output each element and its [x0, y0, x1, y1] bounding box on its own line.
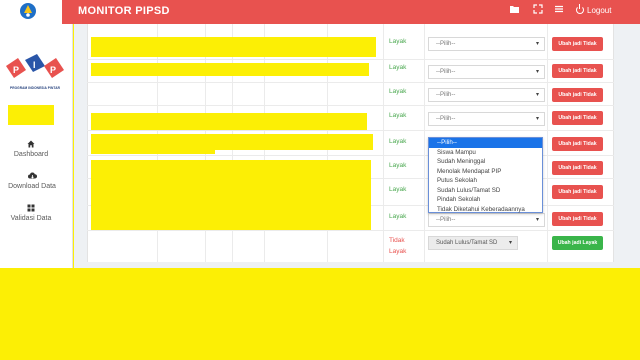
menu-icon[interactable]: [554, 4, 564, 19]
reason-select[interactable]: --Pilih-- ▾: [428, 213, 545, 227]
status-label: Layak: [389, 213, 407, 220]
mark-not-eligible-button[interactable]: Ubah jadi Tidak: [552, 88, 603, 102]
app-title: MONITOR PIPSD: [78, 5, 170, 17]
sidebar: P I P PROGRAM INDONESIA PINTAR Dashboard…: [0, 24, 73, 268]
table-row: [87, 130, 614, 131]
mark-not-eligible-button[interactable]: Ubah jadi Tidak: [552, 137, 603, 151]
svg-text:P: P: [13, 65, 19, 75]
caret-down-icon: ▾: [535, 69, 539, 75]
reason-dropdown-list[interactable]: --Pilih-- Siswa Mampu Sudah Meninggal Me…: [428, 137, 543, 213]
reason-select[interactable]: --Pilih-- ▾: [428, 112, 545, 126]
status-label: Layak: [389, 88, 407, 95]
folder-icon[interactable]: [509, 4, 520, 19]
status-label: Layak: [389, 186, 407, 193]
select-value: Sudah Lulus/Tamat SD: [436, 240, 498, 246]
select-value: --Pilih--: [436, 92, 456, 98]
sidebar-item-label: Dashboard: [13, 151, 49, 158]
table-row: [87, 82, 614, 83]
mark-not-eligible-button[interactable]: Ubah jadi Tidak: [552, 185, 603, 199]
sidebar-item-label: Validasi Data: [10, 215, 52, 222]
status-label: Layak: [389, 38, 407, 45]
status-label: Layak: [389, 162, 407, 169]
reason-select[interactable]: --Pilih-- ▾: [428, 88, 545, 102]
status-label: Layak: [389, 64, 407, 71]
status-label: Layak: [389, 138, 407, 145]
cloud-download-icon: [27, 172, 37, 181]
tut-wuri-handayani-icon: [20, 3, 36, 19]
redacted-block: [91, 37, 376, 57]
pip-logo-caption: PROGRAM INDONESIA PINTAR: [9, 86, 61, 90]
select-value: --Pilih--: [436, 116, 456, 122]
caret-down-icon: ▾: [508, 240, 512, 246]
sidebar-item-dashboard[interactable]: Dashboard: [0, 140, 62, 158]
top-navbar: MONITOR PIPSD Logout: [0, 0, 640, 24]
mark-not-eligible-button[interactable]: Ubah jadi Tidak: [552, 64, 603, 78]
sidebar-item-label: Download Data: [8, 183, 56, 190]
redacted-block: [91, 113, 367, 130]
svg-text:I: I: [33, 60, 36, 70]
mark-eligible-button[interactable]: Ubah jadi Layak: [552, 236, 603, 250]
table-row: [87, 59, 614, 60]
caret-down-icon: ▾: [535, 41, 539, 47]
sidebar-item-download-data[interactable]: Download Data: [1, 172, 63, 190]
dropdown-option[interactable]: Menolak Mendapat PIP: [429, 167, 542, 177]
table-row: [87, 230, 614, 231]
redacted-block: [91, 63, 369, 76]
power-icon: [576, 4, 584, 14]
dropdown-option[interactable]: Sudah Meninggal: [429, 157, 542, 167]
status-label: Layak: [389, 112, 407, 119]
reason-select[interactable]: Sudah Lulus/Tamat SD ▾: [428, 236, 518, 250]
reason-select[interactable]: --Pilih-- ▾: [428, 65, 545, 79]
dropdown-option[interactable]: Pindah Sekolah: [429, 195, 542, 205]
redacted-block: [0, 268, 640, 360]
logout-label: Logout: [587, 6, 612, 15]
home-icon: [26, 140, 36, 149]
select-value: --Pilih--: [436, 217, 456, 223]
dropdown-option[interactable]: Putus Sekolah: [429, 176, 542, 186]
grid-icon: [26, 204, 36, 213]
dropdown-option[interactable]: Sudah Lulus/Tamat SD: [429, 186, 542, 196]
mark-not-eligible-button[interactable]: Ubah jadi Tidak: [552, 161, 603, 175]
status-label: Tidak Layak: [389, 237, 407, 255]
mark-not-eligible-button[interactable]: Ubah jadi Tidak: [552, 111, 603, 125]
select-value: --Pilih--: [436, 41, 456, 47]
mark-not-eligible-button[interactable]: Ubah jadi Tidak: [552, 212, 603, 226]
dropdown-option[interactable]: --Pilih--: [429, 138, 542, 148]
redacted-block: [8, 105, 54, 125]
caret-down-icon: ▾: [535, 92, 539, 98]
ministry-logo: [0, 0, 62, 24]
dropdown-option[interactable]: Siswa Mampu: [429, 148, 542, 158]
redacted-block: [91, 160, 371, 230]
sidebar-item-validasi-data[interactable]: Validasi Data: [0, 204, 62, 222]
caret-down-icon: ▾: [535, 217, 539, 223]
select-value: --Pilih--: [436, 69, 456, 75]
redacted-block: [91, 134, 373, 150]
logout-button[interactable]: Logout: [576, 4, 611, 18]
dropdown-option[interactable]: Tidak Diketahui Keberadaannya: [429, 205, 542, 215]
table-row: [87, 105, 614, 106]
mark-not-eligible-button[interactable]: Ubah jadi Tidak: [552, 37, 603, 51]
caret-down-icon: ▾: [535, 116, 539, 122]
expand-icon[interactable]: [533, 4, 543, 19]
reason-select[interactable]: --Pilih-- ▾: [428, 37, 545, 51]
redacted-block: [91, 150, 215, 154]
svg-text:P: P: [50, 65, 56, 75]
